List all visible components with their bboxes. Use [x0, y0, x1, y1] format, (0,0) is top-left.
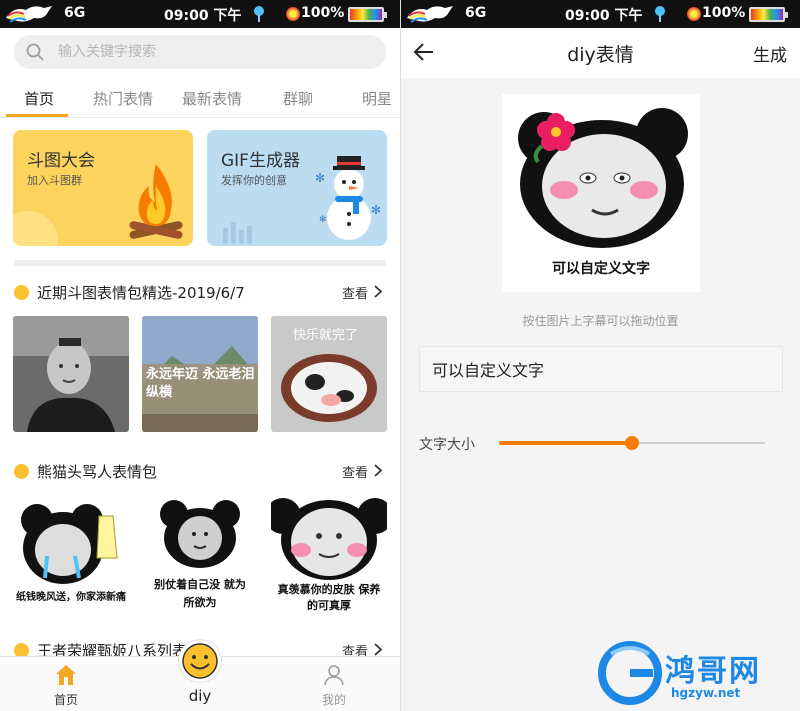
decor-bars [223, 222, 252, 244]
section-title: 熊猫头骂人表情包 [37, 463, 158, 481]
diy-screen: 6G 09:00 下午 100% diy表情 生成 可以自定义文字 按住图片上字… [401, 0, 800, 711]
snowman-icon: ✻ ✻ ✻ [315, 156, 381, 240]
sticker-thumb[interactable]: 别仗着自己没 就为所欲为 [142, 496, 258, 612]
watermark-name: 鸿哥网 [665, 654, 761, 689]
nav-label: 首页 [53, 693, 78, 707]
banner-subtitle: 发挥你的创意 [221, 174, 287, 187]
lightbulb-icon [655, 6, 665, 22]
tab-home[interactable]: 首页 [24, 88, 54, 109]
battery-icon [348, 7, 387, 22]
sticker-thumb[interactable] [13, 316, 129, 432]
tab-latest[interactable]: 最新表情 [182, 88, 242, 109]
smiley-bullet-icon [14, 464, 29, 479]
svg-text:✻: ✻ [319, 215, 327, 225]
banner-subtitle: 加入斗图群 [27, 174, 82, 187]
watermark: 鸿哥网 hgzyw.net [597, 640, 797, 706]
svg-text:✻: ✻ [371, 203, 381, 217]
section-header[interactable]: 熊猫头骂人表情包 查看 [14, 459, 386, 483]
sticker-caption: 别仗着自己没 就为所欲为 [154, 578, 246, 609]
site-logo-icon [598, 641, 662, 705]
section-header[interactable]: 近期斗图表情包精选-2019/6/7 查看 [14, 280, 386, 304]
page-title: diy表情 [567, 44, 634, 66]
category-tabs: 首页 热门表情 最新表情 群聊 明星 [0, 80, 400, 118]
tab-hot[interactable]: 热门表情 [93, 88, 153, 109]
search-bar[interactable] [14, 35, 386, 69]
sticker-preview[interactable]: 可以自定义文字 [502, 94, 700, 292]
sticker-thumb[interactable]: 真羡慕你的皮肤 保养的可真厚 [271, 496, 387, 612]
sticker-thumb[interactable]: 快乐就完了 [271, 316, 387, 432]
network-label: 6G [64, 5, 86, 21]
slider-thumb[interactable] [625, 436, 639, 450]
nav-profile[interactable]: 我的 [294, 657, 374, 711]
nav-home[interactable]: 首页 [26, 657, 106, 711]
user-icon [324, 665, 344, 686]
battery-percent: 100% [301, 5, 345, 21]
power-icon [286, 7, 300, 21]
nav-diy[interactable] [179, 640, 221, 682]
view-more-link[interactable]: 查看 [342, 462, 368, 481]
font-size-slider[interactable] [499, 435, 765, 451]
sticker-caption: 真羡慕你的皮肤 保养的可真厚 [277, 583, 381, 612]
gif-maker-banner[interactable]: GIF生成器 发挥你的创意 ✻ ✻ ✻ [207, 130, 387, 246]
campfire-icon [129, 164, 183, 239]
clock: 09:00 下午 [164, 8, 242, 24]
battery-icon [749, 7, 788, 22]
nav-diy-label: diy [188, 687, 212, 705]
home-icon [56, 665, 76, 685]
sticker-caption: 纸钱晚风送，你家添新痛 [16, 592, 126, 603]
battery-percent: 100% [702, 5, 746, 21]
decor-circle [13, 211, 58, 246]
active-tab-indicator [6, 114, 68, 117]
sticker-thumb[interactable]: 永远年迈 永远老泪纵横 [142, 316, 258, 432]
smiley-icon [182, 643, 218, 679]
power-icon [687, 7, 701, 21]
search-input[interactable] [58, 35, 368, 69]
slider-fill [499, 441, 632, 445]
section-separator [14, 260, 386, 266]
generate-button[interactable]: 生成 [753, 41, 787, 66]
sticker-thumb[interactable]: 纸钱晚风送，你家添新痛 [13, 496, 129, 612]
unicorn-logo-icon [407, 6, 453, 23]
unicorn-logo-icon [6, 6, 52, 23]
sticker-overlay-text[interactable]: 可以自定义文字 [502, 258, 700, 278]
tab-celebrity[interactable]: 明星 [362, 88, 392, 109]
network-label: 6G [465, 5, 487, 21]
banner-title: 斗图大会 [27, 151, 95, 171]
man-portrait-image [13, 316, 129, 432]
watermark-url: hgzyw.net [671, 686, 741, 700]
clock: 09:00 下午 [565, 8, 643, 24]
lightbulb-icon [254, 6, 264, 22]
svg-text:✻: ✻ [315, 171, 325, 185]
banner-title: GIF生成器 [221, 151, 300, 171]
status-bar: 6G 09:00 下午 100% [401, 0, 800, 28]
home-screen: 6G 09:00 下午 100% 首页 热门表情 最新表情 群聊 明星 斗图大会… [0, 0, 400, 711]
nav-label: 我的 [321, 693, 346, 707]
drag-hint: 按住图片上字幕可以拖动位置 [522, 314, 679, 328]
chevron-right-icon[interactable] [374, 285, 382, 298]
doutu-contest-banner[interactable]: 斗图大会 加入斗图群 [13, 130, 193, 246]
status-bar: 6G 09:00 下午 100% [0, 0, 400, 28]
search-icon [26, 43, 44, 61]
section-title: 近期斗图表情包精选-2019/6/7 [37, 284, 245, 302]
tab-group-chat[interactable]: 群聊 [283, 88, 313, 109]
sticker-caption: 永远年迈 永远老泪纵横 [146, 367, 255, 400]
caption-text-field[interactable] [419, 346, 783, 392]
view-more-link[interactable]: 查看 [342, 283, 368, 302]
chevron-right-icon[interactable] [374, 464, 382, 477]
smiley-bullet-icon [14, 285, 29, 300]
diy-header: diy表情 生成 [401, 28, 800, 78]
chevron-right-icon[interactable] [374, 643, 382, 656]
sticker-caption: 快乐就完了 [293, 328, 359, 343]
font-size-label: 文字大小 [419, 437, 475, 453]
